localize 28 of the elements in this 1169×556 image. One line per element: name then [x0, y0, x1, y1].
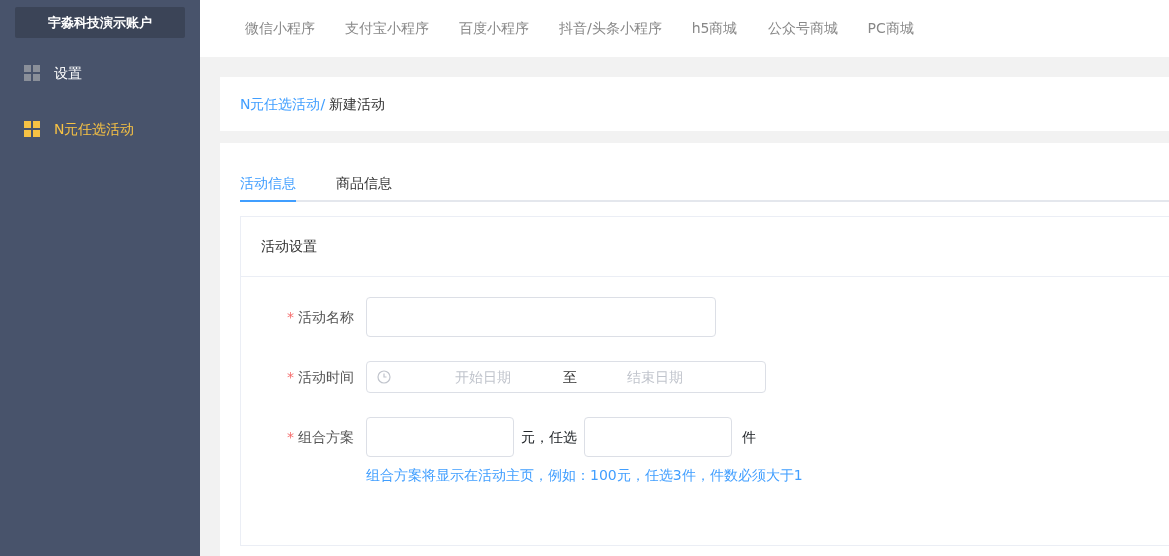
- breadcrumb-current: 新建活动: [328, 94, 385, 114]
- sidebar-item[interactable]: N元任选活动: [0, 101, 200, 157]
- form-label: * 活动名称: [286, 308, 355, 327]
- unit-label: 元，任选: [521, 427, 577, 447]
- nav-link-item[interactable]: h5商城: [691, 18, 738, 39]
- clock-icon: [377, 370, 391, 384]
- form-label: * 组合方案: [286, 428, 355, 447]
- nav-link-item[interactable]: 支付宝小程序: [345, 18, 429, 39]
- nav-link-item[interactable]: 百度小程序: [459, 18, 529, 39]
- nav-link-item[interactable]: 公众号商城: [767, 18, 838, 39]
- hint-text: 组合方案将显示在活动主页，例如：100元，任选3件，件数必须大于1: [366, 466, 803, 485]
- tab[interactable]: 活动信息: [240, 167, 296, 202]
- grid-icon: [24, 121, 40, 137]
- grid-icon: [24, 65, 40, 81]
- sidebar-item[interactable]: 设置: [0, 45, 200, 101]
- nav-link-item[interactable]: 微信小程序: [245, 18, 315, 39]
- account-name: 宇淼科技演示账户: [15, 7, 185, 38]
- section-title: 活动设置: [261, 237, 317, 256]
- count-input[interactable]: [584, 417, 732, 457]
- nav-link-item[interactable]: PC商城: [867, 18, 914, 39]
- breadcrumb-link[interactable]: N元任选活动/: [240, 93, 326, 115]
- text-input[interactable]: [366, 297, 716, 337]
- nav-link-item[interactable]: 抖音/头条小程序: [559, 18, 662, 39]
- date-range-field[interactable]: 开始日期 至 结束日期: [366, 361, 766, 393]
- form-label: * 活动时间: [286, 368, 355, 387]
- tab[interactable]: 商品信息: [336, 167, 392, 200]
- amount-input[interactable]: [366, 417, 514, 457]
- unit-label: 件: [742, 427, 756, 447]
